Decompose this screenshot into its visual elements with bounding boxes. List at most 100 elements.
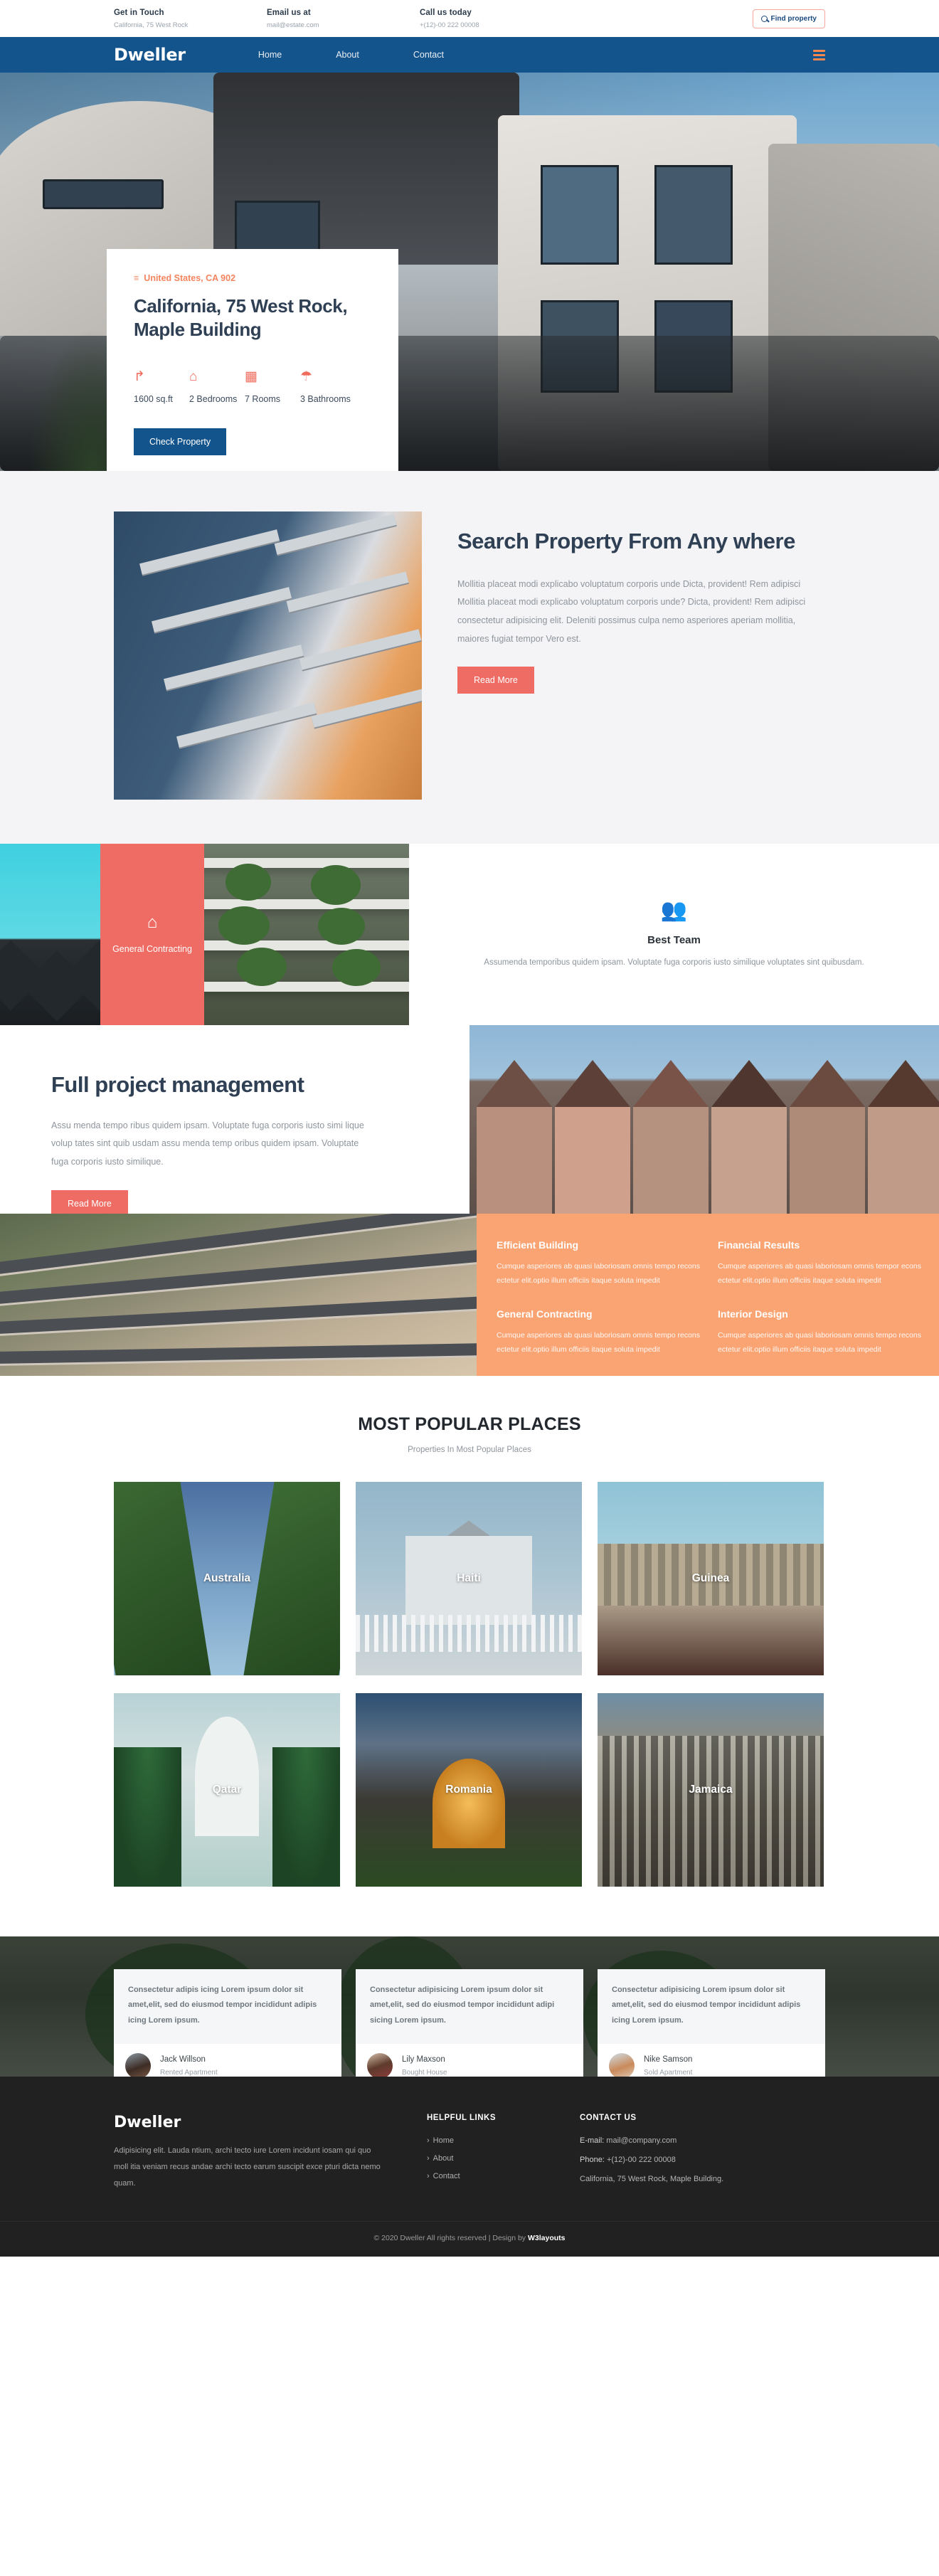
feature-body: Cumque asperiores ab quasi laboriosam om… [718, 1262, 921, 1286]
hero-window [654, 165, 733, 265]
apartment-balconies-photo [114, 512, 422, 800]
testimonial-quote: Consectetur adipisicing Lorem ipsum dolo… [598, 1969, 825, 2045]
chevron-right-icon: › [427, 2172, 430, 2180]
hero-feature: ▦ 7 Rooms [245, 368, 300, 404]
nav-link-home[interactable]: Home [258, 50, 282, 60]
map-pin-icon: ≡ [134, 273, 139, 283]
testimonial-role: Bought House [402, 2069, 447, 2077]
footer-link-contact[interactable]: › Contact [427, 2172, 580, 2180]
search-read-more-button[interactable]: Read More [457, 667, 534, 694]
place-card-haiti[interactable]: Haiti [356, 1482, 582, 1675]
place-card-jamaica[interactable]: Jamaica [598, 1693, 824, 1887]
footer-address: California, 75 West Rock, Maple Building… [580, 2175, 724, 2183]
main-navbar: Dweller Home About Contact [0, 37, 939, 73]
testimonial-card: Consectetur adipis icing Lorem ipsum dol… [114, 1969, 341, 2077]
popular-places-grid: Australia Haiti Guinea Qatar Romania Jam… [114, 1482, 825, 1887]
footer-phone-value[interactable]: +(12)-00 222 00008 [607, 2156, 676, 2164]
footer-email-row: E-mail: mail@company.com [580, 2136, 733, 2145]
place-card-romania[interactable]: Romania [356, 1693, 582, 1887]
place-name: Australia [203, 1572, 251, 1584]
testimonial-quote: Consectetur adipisicing Lorem ipsum dolo… [356, 1969, 583, 2045]
brand-logo[interactable]: Dweller [114, 45, 186, 65]
rooftops-photo [0, 844, 100, 1025]
topbar-subtitle[interactable]: +(12)-00 222 00008 [420, 21, 573, 29]
check-property-button[interactable]: Check Property [134, 428, 227, 455]
hero-feature-label: 3 Bathrooms [300, 393, 351, 404]
find-property-button[interactable]: Find property [752, 9, 825, 28]
nav-link-about[interactable]: About [336, 50, 359, 60]
best-team-title: Best Team [647, 934, 701, 947]
footer-copyright: © 2020 Dweller All rights reserved | Des… [0, 2221, 939, 2257]
hero-feature-list: ↱ 1600 sq.ft ⌂ 2 Bedrooms ▦ 7 Rooms ☂ 3 … [134, 368, 371, 404]
testimonial-name: Nike Samson [644, 2055, 693, 2064]
feature-item: Interior Design Cumque asperiores ab qua… [718, 1308, 939, 1357]
project-read-more-button[interactable]: Read More [51, 1189, 128, 1217]
feature-body: Cumque asperiores ab quasi laboriosam om… [497, 1262, 700, 1286]
hero-feature-label: 1600 sq.ft [134, 393, 173, 404]
topbar-subtitle[interactable]: mail@estate.com [267, 21, 420, 29]
feature-body: Cumque asperiores ab quasi laboriosam om… [497, 1330, 700, 1355]
hero-location: ≡ United States, CA 902 [134, 273, 371, 283]
feature-title: General Contracting [497, 1308, 593, 1320]
footer-brand: Dweller [114, 2114, 181, 2131]
footer-link-about[interactable]: › About [427, 2154, 580, 2163]
copyright-text: © 2020 Dweller All rights reserved | Des… [373, 2234, 528, 2242]
hero-location-label: United States, CA 902 [144, 273, 236, 283]
search-icon [760, 15, 768, 22]
site-footer: Dweller Adipisicing elit. Lauda ntium, a… [0, 2077, 939, 2257]
nav-links: Home About Contact [258, 50, 498, 60]
area-icon: ↱ [134, 369, 145, 385]
search-property-section: Search Property From Any where Mollitia … [0, 471, 939, 844]
hero-window [43, 179, 164, 209]
place-card-australia[interactable]: Australia [114, 1482, 340, 1675]
best-team-body: Assumenda temporibus quidem ipsam. Volup… [484, 958, 864, 968]
general-contracting-card[interactable]: ⌂ General Contracting [100, 844, 204, 1025]
hero-feature: ↱ 1600 sq.ft [134, 368, 189, 404]
footer-link-label: About [433, 2154, 454, 2163]
feature-body: Cumque asperiores ab quasi laboriosam om… [718, 1330, 921, 1355]
place-name: Haiti [457, 1572, 481, 1584]
footer-description: Adipisicing elit. Lauda ntium, archi tec… [114, 2146, 381, 2188]
hamburger-menu-icon[interactable] [813, 49, 825, 60]
footer-contact-column: CONTACT US E-mail: mail@company.com Phon… [580, 2114, 733, 2194]
footer-phone-label: Phone: [580, 2156, 605, 2164]
home-icon: ⌂ [147, 913, 158, 933]
victorian-houses-photo [469, 1025, 939, 1214]
hero-window [541, 165, 619, 265]
topbar-title: Get in Touch [114, 8, 164, 17]
place-name: Jamaica [689, 1783, 733, 1796]
testimonial-name: Jack Willson [160, 2055, 206, 2064]
hero-feature-label: 2 Bedrooms [189, 393, 238, 404]
design-credit[interactable]: W3layouts [528, 2234, 566, 2242]
footer-phone-row: Phone: +(12)-00 222 00008 [580, 2156, 733, 2164]
topbar-col-getintouch: Get in Touch California, 75 West Rock [114, 9, 267, 29]
topbar-col-email: Email us at mail@estate.com [267, 9, 420, 29]
topbar-col-phone: Call us today +(12)-00 222 00008 [420, 9, 573, 29]
features-grid-panel: Efficient Building Cumque asperiores ab … [477, 1214, 939, 1376]
avatar [125, 2053, 151, 2077]
place-card-guinea[interactable]: Guinea [598, 1482, 824, 1675]
place-card-qatar[interactable]: Qatar [114, 1693, 340, 1887]
footer-link-home[interactable]: › Home [427, 2136, 580, 2145]
testimonial-role: Rented Apartment [160, 2069, 218, 2077]
popular-places-title: MOST POPULAR PLACES [358, 1414, 581, 1434]
suburb-aerial-photo [0, 1214, 477, 1376]
topbar-title: Email us at [267, 8, 311, 17]
footer-email-value[interactable]: mail@company.com [606, 2136, 677, 2145]
feature-item: Efficient Building Cumque asperiores ab … [497, 1239, 718, 1288]
best-team-card: 👥 Best Team Assumenda temporibus quidem … [409, 844, 939, 1025]
avatar [609, 2053, 635, 2077]
hero-feature: ⌂ 2 Bedrooms [189, 368, 245, 404]
footer-links-column: HELPFUL LINKS › Home › About › Contact [427, 2114, 580, 2194]
testimonial-quote: Consectetur adipis icing Lorem ipsum dol… [114, 1969, 341, 2045]
footer-links-heading: HELPFUL LINKS [427, 2114, 497, 2122]
hero-property-title: California, 75 West Rock, Maple Building [134, 295, 348, 341]
home-icon: ⌂ [189, 369, 198, 384]
hero-property-card: ≡ United States, CA 902 California, 75 W… [107, 249, 398, 471]
popular-places-subtitle: Properties In Most Popular Places [408, 1446, 531, 1454]
nav-link-contact[interactable]: Contact [413, 50, 444, 60]
search-section-body: Mollitia placeat modi explicabo voluptat… [457, 578, 806, 644]
place-name: Guinea [691, 1572, 730, 1584]
popular-places-section: MOST POPULAR PLACES Properties In Most P… [0, 1376, 939, 1936]
footer-email-label: E-mail: [580, 2136, 605, 2145]
